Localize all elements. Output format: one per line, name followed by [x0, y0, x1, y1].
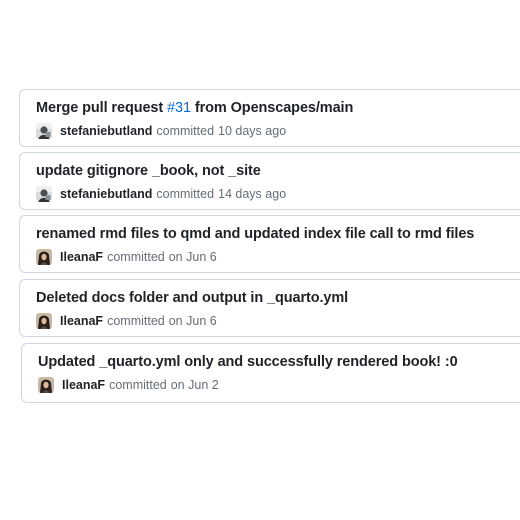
commit-action: committed [156, 124, 215, 138]
commit-item[interactable]: Updated _quarto.yml only and successfull… [21, 343, 520, 403]
user-avatar[interactable] [38, 377, 54, 393]
commit-action: committed [107, 314, 165, 328]
commit-author[interactable]: stefaniebutland [60, 187, 152, 201]
commit-time[interactable]: on Jun 2 [171, 378, 219, 392]
commit-title-text[interactable]: from Openscapes/main [191, 100, 353, 116]
commit-author[interactable]: IleanaF [60, 314, 103, 328]
commit-meta: IleanaF committed on Jun 6 [36, 313, 217, 329]
commit-item[interactable]: Merge pull request #31 from Openscapes/m… [19, 89, 520, 147]
commit-time[interactable]: on Jun 6 [169, 250, 217, 264]
commit-meta: IleanaF committed on Jun 6 [36, 249, 217, 265]
pull-request-link[interactable]: #31 [167, 100, 191, 116]
commit-item[interactable]: update gitignore _book, not _site stefan… [19, 152, 520, 210]
commit-title-text[interactable]: Merge pull request [36, 100, 167, 116]
commit-action: committed [156, 187, 215, 201]
commit-title[interactable]: Merge pull request #31 from Openscapes/m… [36, 100, 353, 116]
commit-author[interactable]: IleanaF [62, 378, 105, 392]
commit-title[interactable]: renamed rmd files to qmd and updated ind… [36, 226, 474, 242]
user-avatar[interactable] [36, 249, 52, 265]
commit-item[interactable]: renamed rmd files to qmd and updated ind… [19, 215, 520, 273]
commit-meta: stefaniebutland committed 10 days ago [36, 123, 286, 139]
commit-time[interactable]: 14 days ago [218, 187, 286, 201]
commit-history: Merge pull request #31 from Openscapes/m… [0, 0, 520, 520]
commit-meta: IleanaF committed on Jun 2 [38, 377, 219, 393]
commit-meta: stefaniebutland committed 14 days ago [36, 186, 286, 202]
commit-action: committed [107, 250, 165, 264]
user-avatar[interactable] [36, 123, 52, 139]
commit-title[interactable]: Updated _quarto.yml only and successfull… [38, 354, 458, 370]
commit-action: committed [109, 378, 167, 392]
commit-item[interactable]: Deleted docs folder and output in _quart… [19, 279, 520, 337]
user-avatar[interactable] [36, 186, 52, 202]
commit-time[interactable]: 10 days ago [218, 124, 286, 138]
commit-author[interactable]: stefaniebutland [60, 124, 152, 138]
user-avatar[interactable] [36, 313, 52, 329]
commit-title[interactable]: update gitignore _book, not _site [36, 163, 261, 179]
commit-title[interactable]: Deleted docs folder and output in _quart… [36, 290, 348, 306]
commit-author[interactable]: IleanaF [60, 250, 103, 264]
commit-time[interactable]: on Jun 6 [169, 314, 217, 328]
